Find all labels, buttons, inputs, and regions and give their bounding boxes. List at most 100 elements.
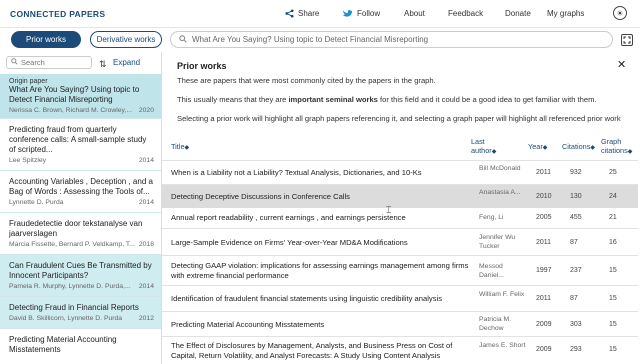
row-graph-citations: 25 (609, 169, 617, 176)
table-row[interactable]: When is a Liability not a Liability? Tex… (162, 160, 638, 184)
prior-works-button[interactable]: Prior works (11, 31, 81, 48)
sort-icon[interactable]: ⇅ (99, 59, 107, 70)
table-row[interactable]: Identification of fraudulent financial s… (162, 285, 638, 311)
follow-link[interactable]: Follow (343, 9, 380, 18)
paper-authors: Lynnette D. Purda (9, 199, 64, 206)
sun-icon: ☀ (616, 8, 624, 18)
paper-list-panel: ⇅ Expand Origin paper What Are You Sayin… (0, 52, 162, 364)
column-header-citations[interactable]: Citations◆ (562, 142, 595, 153)
list-item[interactable]: Fraudedetectie door tekstanalyse van jaa… (0, 213, 161, 255)
row-author: Anastasia A... (479, 189, 521, 196)
paper-year: 2014 (138, 199, 154, 206)
row-title: Large-Sample Evidence on Firms' Year-ove… (171, 238, 408, 247)
paper-authors: David B. Skillicorn, Lynnette D. Purda (9, 315, 123, 322)
list-item[interactable]: Detecting Fraud in Financial Reports Dav… (0, 297, 161, 329)
graph-search-bar[interactable] (170, 31, 613, 48)
paper-year: 2014 (138, 157, 154, 164)
row-year: 2009 (536, 321, 552, 328)
fullscreen-button[interactable] (621, 34, 633, 46)
paper-authors: Marcia Fissette, Bernard P. Veldkamp, T.… (9, 241, 135, 248)
search-icon (11, 58, 18, 67)
share-icon (285, 9, 294, 18)
list-item[interactable]: Can Fraudulent Cues Be Transmitted by In… (0, 255, 161, 297)
app-logo[interactable]: CONNECTED PAPERS (10, 9, 105, 19)
twitter-icon (343, 9, 353, 18)
list-item[interactable]: Origin paper What Are You Saying? Using … (0, 74, 161, 119)
row-author: Feng, Li (479, 214, 504, 221)
paper-title: Accounting Variables , Deception , and a… (9, 177, 153, 196)
donate-link[interactable]: Donate (505, 9, 531, 18)
paper-list: Origin paper What Are You Saying? Using … (0, 74, 161, 359)
derivative-works-button[interactable]: Derivative works (90, 31, 162, 48)
row-year: 1997 (536, 267, 552, 274)
row-citations: 87 (570, 239, 578, 246)
row-author: Messod Daniel... (479, 263, 504, 279)
share-link[interactable]: Share (285, 9, 319, 18)
row-citations: 87 (570, 295, 578, 302)
row-year: 2005 (536, 214, 552, 221)
panel-title: Prior works (177, 61, 227, 71)
row-citations: 303 (570, 321, 582, 328)
follow-label: Follow (357, 9, 381, 18)
prior-works-panel: Prior works ✕ These are papers that were… (162, 52, 640, 364)
column-header-graph-citations[interactable]: Graph citations◆ (601, 137, 632, 157)
row-citations: 455 (570, 214, 582, 221)
paper-authors: Pamela R. Murphy, Lynnette D. Purda,... (9, 283, 131, 290)
mouse-cursor-icon: ⌶ (386, 205, 392, 215)
description-1: These are papers that were most commonly… (177, 76, 436, 85)
column-header-title[interactable]: Title◆ (171, 142, 189, 153)
list-item[interactable]: Predicting fraud from quarterly conferen… (0, 119, 161, 171)
table-row[interactable]: Predicting Material Accounting Misstatem… (162, 311, 638, 336)
row-title: Annual report readability , current earn… (171, 213, 406, 222)
paper-title: Predicting Material Accounting Misstatem… (9, 335, 117, 354)
row-author: William F. Felix (479, 291, 525, 298)
row-year: 2010 (536, 193, 552, 200)
my-graphs-link[interactable]: My graphs (547, 9, 584, 18)
row-graph-citations: 24 (609, 193, 617, 200)
row-title: The Effect of Disclosures by Management,… (171, 341, 453, 360)
top-nav: CONNECTED PAPERS Share Follow About Feed… (0, 0, 640, 28)
row-citations: 237 (570, 267, 582, 274)
row-author: James E. Short (479, 342, 526, 349)
list-item[interactable]: Predicting Material Accounting Misstatem… (0, 329, 161, 359)
origin-paper-tag: Origin paper (9, 78, 48, 85)
row-graph-citations: 15 (609, 295, 617, 302)
table-row[interactable]: Large-Sample Evidence on Firms' Year-ove… (162, 228, 638, 255)
fullscreen-icon (622, 36, 632, 47)
column-header-year[interactable]: Year◆ (528, 142, 547, 153)
paper-year: 2012 (138, 315, 154, 322)
paper-title: Detecting Fraud in Financial Reports (9, 303, 139, 312)
table-row-selected[interactable]: Detecting Deceptive Discussions in Confe… (162, 184, 638, 208)
list-search-box[interactable] (6, 56, 92, 69)
row-year: 2011 (536, 295, 552, 302)
row-graph-citations: 15 (609, 321, 617, 328)
row-citations: 932 (570, 169, 582, 176)
row-citations: 293 (570, 346, 582, 353)
paper-authors: Lee Spitzley (9, 157, 47, 164)
row-graph-citations: 16 (609, 239, 617, 246)
row-title: Predicting Material Accounting Misstatem… (171, 320, 325, 329)
row-year: 2011 (536, 169, 552, 176)
table-row[interactable]: Detecting GAAP violation: implications f… (162, 255, 638, 285)
paper-title: What Are You Saying? Using topic to Dete… (9, 85, 140, 104)
paper-title: Predicting fraud from quarterly conferen… (9, 125, 147, 154)
table-row[interactable]: Annual report readability , current earn… (162, 208, 638, 228)
table-row[interactable]: The Effect of Disclosures by Management,… (162, 336, 638, 364)
graph-search-input[interactable] (192, 35, 592, 44)
feedback-link[interactable]: Feedback (448, 9, 483, 18)
close-icon[interactable]: ✕ (617, 58, 626, 71)
theme-toggle-button[interactable]: ☀ (613, 6, 627, 20)
row-title: When is a Liability not a Liability? Tex… (171, 168, 422, 177)
description-2: This usually means that they are importa… (177, 95, 597, 104)
search-icon (179, 34, 187, 45)
paper-year: 2020 (138, 107, 154, 114)
list-search-input[interactable] (21, 58, 91, 67)
column-header-last-author[interactable]: Last author◆ (471, 137, 496, 157)
paper-title: Fraudedetectie door tekstanalyse van jaa… (9, 219, 143, 238)
row-citations: 130 (570, 193, 582, 200)
list-item[interactable]: Accounting Variables , Deception , and a… (0, 171, 161, 213)
expand-button[interactable]: Expand (113, 58, 140, 67)
paper-authors: Nerissa C. Brown, Richard M. Crowley,... (9, 107, 133, 114)
about-link[interactable]: About (404, 9, 425, 18)
row-year: 2009 (536, 346, 552, 353)
